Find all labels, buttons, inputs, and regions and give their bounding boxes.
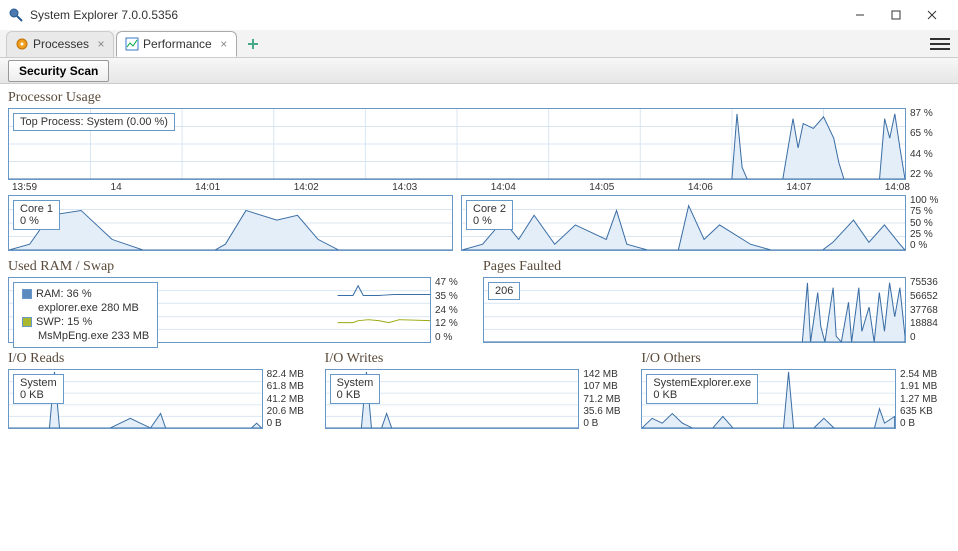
io-others-box: SystemExplorer.exe 0 KB — [646, 374, 758, 404]
pages-faulted-value: 206 — [495, 285, 513, 297]
close-icon[interactable]: × — [95, 38, 107, 50]
gear-icon — [15, 37, 29, 51]
core2-chart[interactable]: Core 2 0 % — [461, 195, 906, 251]
swp-line2: MsMpEng.exe 233 MB — [22, 329, 149, 343]
section-title-ram: Used RAM / Swap — [8, 259, 475, 275]
ram-legend-box: RAM: 36 % explorer.exe 280 MB SWP: 15 % … — [13, 282, 158, 348]
pages-faulted-box: 206 — [488, 282, 520, 300]
processor-usage-chart[interactable]: Top Process: System (0.00 %) — [8, 108, 906, 180]
ram-swatch-icon — [22, 289, 32, 299]
window-title: System Explorer 7.0.0.5356 — [30, 8, 178, 22]
io-others-yticks: 2.54 MB1.91 MB1.27 MB635 KB0 B — [900, 369, 950, 429]
tab-label: Performance — [143, 37, 212, 51]
tab-performance[interactable]: Performance × — [116, 31, 237, 57]
performance-icon — [125, 37, 139, 51]
section-title-io-others: I/O Others — [641, 351, 950, 367]
io-reads-proc: System — [20, 377, 57, 389]
core2-box: Core 2 0 % — [466, 200, 513, 230]
titlebar: System Explorer 7.0.0.5356 — [0, 0, 958, 30]
swp-line1: SWP: 15 % — [36, 316, 92, 328]
io-others-chart[interactable]: SystemExplorer.exe 0 KB — [641, 369, 896, 429]
core2-value: 0 % — [473, 215, 506, 227]
io-reads-box: System 0 KB — [13, 374, 64, 404]
tab-label: Processes — [33, 37, 89, 51]
core1-value: 0 % — [20, 215, 53, 227]
io-reads-chart[interactable]: System 0 KB — [8, 369, 263, 429]
toolbar: Security Scan — [0, 58, 958, 84]
core1-chart[interactable]: Core 1 0 % — [8, 195, 453, 251]
minimize-button[interactable] — [842, 1, 878, 29]
io-reads-value: 0 KB — [20, 389, 57, 401]
tabs-row: Processes × Performance × — [0, 30, 958, 58]
app-icon — [8, 7, 24, 23]
section-title-processor: Processor Usage — [8, 90, 950, 106]
core1-box: Core 1 0 % — [13, 200, 60, 230]
io-others-value: 0 KB — [653, 389, 751, 401]
security-scan-button[interactable]: Security Scan — [8, 60, 109, 82]
io-writes-chart[interactable]: System 0 KB — [325, 369, 580, 429]
hamburger-menu-button[interactable] — [930, 34, 950, 54]
top-process-label: Top Process: System (0.00 %) — [20, 116, 168, 128]
close-button[interactable] — [914, 1, 950, 29]
content-area: Processor Usage Top Process: System (0.0… — [0, 84, 958, 437]
section-title-io-reads: I/O Reads — [8, 351, 317, 367]
io-reads-yticks: 82.4 MB61.8 MB41.2 MB20.6 MB0 B — [267, 369, 317, 429]
ram-chart[interactable]: RAM: 36 % explorer.exe 280 MB SWP: 15 % … — [8, 277, 431, 343]
io-writes-box: System 0 KB — [330, 374, 381, 404]
io-writes-proc: System — [337, 377, 374, 389]
add-tab-button[interactable] — [243, 34, 263, 54]
maximize-button[interactable] — [878, 1, 914, 29]
processor-xticks: 13:591414:0114:0214:0314:0414:0514:0614:… — [12, 182, 910, 193]
ram-line2: explorer.exe 280 MB — [22, 301, 149, 315]
core2-label: Core 2 — [473, 203, 506, 215]
pages-faulted-chart[interactable]: 206 — [483, 277, 906, 343]
section-title-io-writes: I/O Writes — [325, 351, 634, 367]
tab-processes[interactable]: Processes × — [6, 31, 114, 57]
io-writes-value: 0 KB — [337, 389, 374, 401]
swap-swatch-icon — [22, 317, 32, 327]
io-writes-yticks: 142 MB107 MB71.2 MB35.6 MB0 B — [583, 369, 633, 429]
section-title-pages: Pages Faulted — [483, 259, 950, 275]
processor-yticks: 87 %65 %44 %22 % — [910, 108, 946, 180]
cores-yticks: 100 %75 %50 %25 %0 % — [910, 195, 946, 251]
io-others-proc: SystemExplorer.exe — [653, 377, 751, 389]
core1-label: Core 1 — [20, 203, 53, 215]
ram-line1: RAM: 36 % — [36, 288, 92, 300]
pages-yticks: 755365665237768188840 — [910, 277, 946, 343]
ram-yticks: 47 %35 %24 %12 %0 % — [435, 277, 471, 343]
close-icon[interactable]: × — [218, 38, 230, 50]
top-process-box: Top Process: System (0.00 %) — [13, 113, 175, 131]
